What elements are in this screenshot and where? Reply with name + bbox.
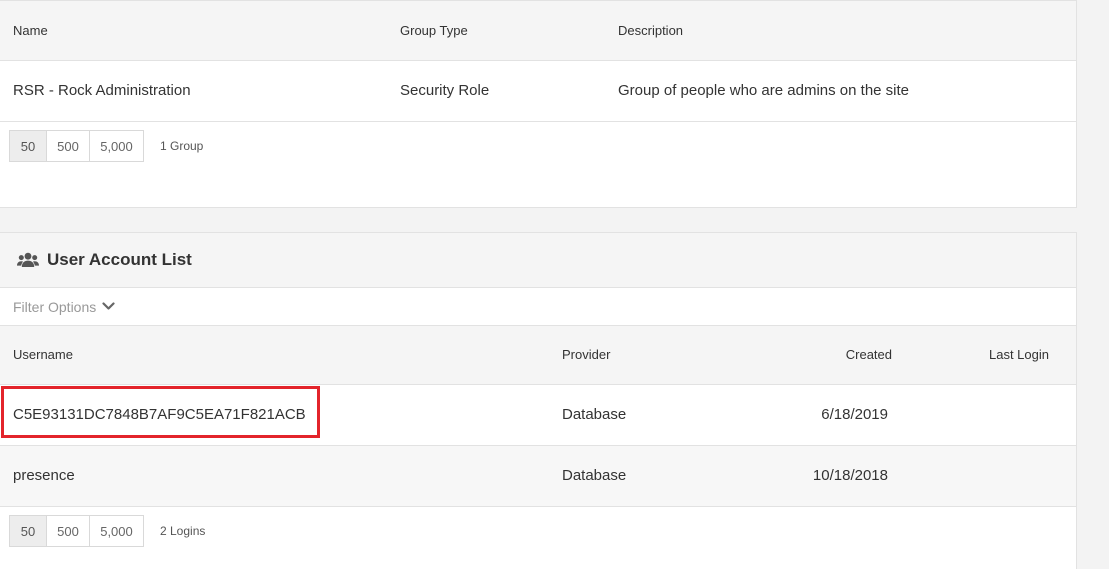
groups-count: 1 Group — [160, 139, 204, 153]
page-size-50-button[interactable]: 50 — [9, 130, 47, 162]
column-header-last-login[interactable]: Last Login — [989, 347, 1049, 362]
column-header-description[interactable]: Description — [618, 23, 683, 38]
group-type-cell: Security Role — [400, 82, 490, 99]
created-cell: 6/18/2019 — [821, 406, 888, 423]
column-header-username[interactable]: Username — [13, 347, 73, 362]
provider-cell: Database — [562, 406, 627, 423]
column-header-provider[interactable]: Provider — [562, 347, 610, 362]
filter-options-label: Filter Options — [13, 298, 97, 315]
column-header-group-type[interactable]: Group Type — [400, 23, 468, 38]
page-size-5000-button[interactable]: 5,000 — [89, 515, 144, 547]
groups-pager: 50 500 5,000 1 Group — [9, 130, 203, 162]
filter-options-toggle[interactable]: Filter Options — [0, 288, 1076, 326]
chevron-down-icon — [102, 302, 115, 311]
users-grid-header: Username Provider Created Last Login — [0, 326, 1076, 385]
group-description-cell: Group of people who are admins on the si… — [618, 82, 910, 99]
page-size-50-button[interactable]: 50 — [9, 515, 47, 547]
group-name-cell: RSR - Rock Administration — [13, 82, 191, 99]
table-row[interactable]: presence Database 10/18/2018 — [0, 446, 1076, 507]
panel-heading: User Account List — [0, 233, 1076, 288]
provider-cell: Database — [562, 467, 627, 484]
groups-grid-header: Name Group Type Description — [0, 1, 1076, 61]
page-size-500-button[interactable]: 500 — [46, 130, 90, 162]
users-pager: 50 500 5,000 2 Logins — [9, 515, 205, 547]
groups-grid-panel: Name Group Type Description RSR - Rock A… — [0, 0, 1077, 208]
page-size-5000-button[interactable]: 5,000 — [89, 130, 144, 162]
column-header-name[interactable]: Name — [13, 23, 48, 38]
table-row[interactable]: RSR - Rock Administration Security Role … — [0, 61, 1076, 122]
users-count: 2 Logins — [160, 524, 206, 538]
highlight-box — [1, 386, 320, 438]
column-header-created[interactable]: Created — [846, 347, 892, 362]
created-cell: 10/18/2018 — [812, 467, 888, 484]
page-size-500-button[interactable]: 500 — [46, 515, 90, 547]
username-cell[interactable]: presence — [13, 467, 75, 484]
panel-title: User Account List — [47, 250, 192, 269]
users-icon — [17, 252, 39, 268]
